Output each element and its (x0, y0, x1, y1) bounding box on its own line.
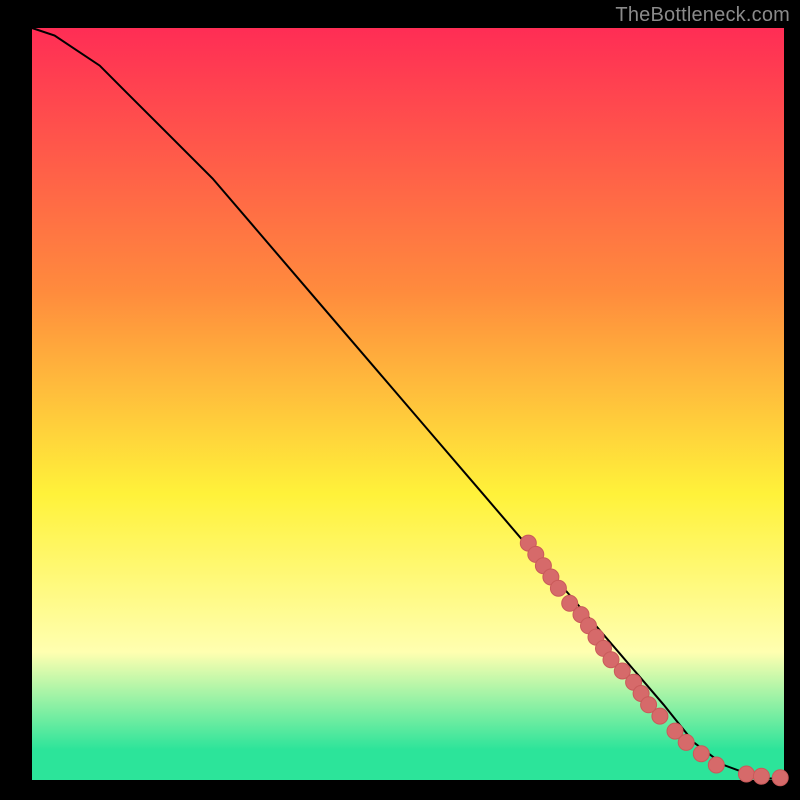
scatter-dot (693, 746, 709, 762)
scatter-dot (708, 757, 724, 773)
scatter-dot (678, 734, 694, 750)
attribution-text: TheBottleneck.com (615, 4, 790, 27)
scatter-dot (652, 708, 668, 724)
scatter-dot (738, 766, 754, 782)
scatter-dot (550, 580, 566, 596)
scatter-dot (772, 770, 788, 786)
chart-svg (0, 0, 800, 800)
chart-root: { "attribution": "TheBottleneck.com", "c… (0, 0, 800, 800)
scatter-dot (753, 768, 769, 784)
plot-gradient (32, 28, 784, 780)
